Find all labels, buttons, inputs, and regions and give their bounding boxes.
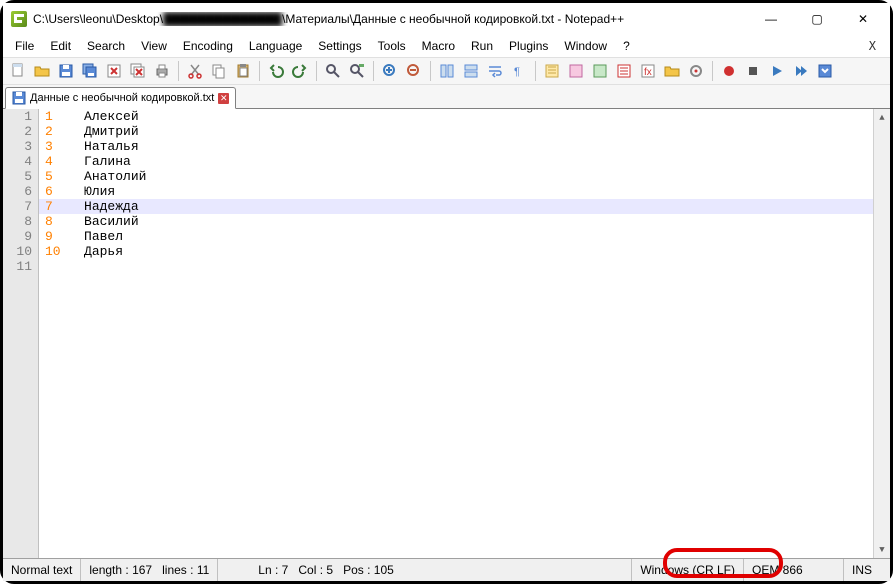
paste-button[interactable] <box>232 60 254 82</box>
record-macro-button[interactable] <box>718 60 740 82</box>
folder-workspace-button[interactable] <box>661 60 683 82</box>
play-multi-button[interactable] <box>790 60 812 82</box>
code-line[interactable]: 6 Юлия <box>39 184 873 199</box>
menu-search[interactable]: Search <box>79 37 133 55</box>
sync-v-button[interactable] <box>436 60 458 82</box>
code-line[interactable]: 7 Надежда <box>39 199 873 214</box>
line-number-gutter: 1234567891011 <box>3 109 39 558</box>
menu-help[interactable]: ? <box>615 37 638 55</box>
stop-macro-button[interactable] <box>742 60 764 82</box>
code-line[interactable]: 10 Дарья <box>39 244 873 259</box>
monitoring-button[interactable] <box>685 60 707 82</box>
status-position: Ln : 7 Col : 5 Pos : 105 <box>217 559 632 581</box>
zoom-out-button[interactable] <box>403 60 425 82</box>
doc-map-button[interactable] <box>589 60 611 82</box>
status-length: length : 167 lines : 11 <box>81 559 217 581</box>
scroll-down-icon[interactable]: ▼ <box>875 541 890 558</box>
close-file-button[interactable] <box>103 60 125 82</box>
code-line[interactable] <box>39 259 873 274</box>
close-button[interactable]: ✕ <box>840 4 886 34</box>
tab-close-button[interactable]: ✕ <box>218 93 229 104</box>
minimize-button[interactable]: — <box>748 4 794 34</box>
svg-text:¶: ¶ <box>514 66 520 78</box>
user-lang-button[interactable] <box>565 60 587 82</box>
code-line[interactable]: 8 Василий <box>39 214 873 229</box>
replace-button[interactable] <box>346 60 368 82</box>
menu-edit[interactable]: Edit <box>42 37 79 55</box>
svg-text:fx: fx <box>644 67 652 78</box>
close-all-button[interactable] <box>127 60 149 82</box>
secondary-close-button[interactable]: X <box>861 37 886 55</box>
code-line[interactable]: 2 Дмитрий <box>39 124 873 139</box>
status-eol[interactable]: Windows (CR LF) <box>632 559 744 581</box>
find-button[interactable] <box>322 60 344 82</box>
wrap-button[interactable] <box>484 60 506 82</box>
new-file-button[interactable] <box>7 60 29 82</box>
menu-view[interactable]: View <box>133 37 175 55</box>
code-line[interactable]: 9 Павел <box>39 229 873 244</box>
cut-button[interactable] <box>184 60 206 82</box>
sync-h-button[interactable] <box>460 60 482 82</box>
menu-encoding[interactable]: Encoding <box>175 37 241 55</box>
tab-label: Данные с необычной кодировкой.txt <box>30 92 214 104</box>
tabbar: Данные с необычной кодировкой.txt ✕ <box>3 85 890 109</box>
copy-button[interactable] <box>208 60 230 82</box>
menu-tools[interactable]: Tools <box>370 37 414 55</box>
save-all-button[interactable] <box>79 60 101 82</box>
print-button[interactable] <box>151 60 173 82</box>
code-line[interactable]: 5 Анатолий <box>39 169 873 184</box>
toolbar: ¶ fx <box>3 57 890 85</box>
editor: 1234567891011 1 Алексей2 Дмитрий3 Наталь… <box>3 109 890 559</box>
status-filetype: Normal text <box>9 559 81 581</box>
menu-macro[interactable]: Macro <box>414 37 463 55</box>
save-button[interactable] <box>55 60 77 82</box>
open-file-button[interactable] <box>31 60 53 82</box>
status-encoding[interactable]: OEM 866 <box>744 559 844 581</box>
menu-settings[interactable]: Settings <box>310 37 369 55</box>
menu-file[interactable]: File <box>7 37 42 55</box>
tab-document[interactable]: Данные с необычной кодировкой.txt ✕ <box>5 87 236 109</box>
menu-language[interactable]: Language <box>241 37 310 55</box>
code-line[interactable]: 4 Галина <box>39 154 873 169</box>
titlebar: C:\Users\leonu\Desktop\██████████████\Ма… <box>3 3 890 35</box>
vertical-scrollbar[interactable]: ▲ ▼ <box>873 109 890 558</box>
play-macro-button[interactable] <box>766 60 788 82</box>
status-insert-mode[interactable]: INS <box>844 559 884 581</box>
code-line[interactable]: 3 Наталья <box>39 139 873 154</box>
menu-window[interactable]: Window <box>556 37 615 55</box>
redo-button[interactable] <box>289 60 311 82</box>
scroll-up-icon[interactable]: ▲ <box>875 109 890 126</box>
statusbar: Normal text length : 167 lines : 11 Ln :… <box>3 559 890 581</box>
undo-button[interactable] <box>265 60 287 82</box>
save-macro-button[interactable] <box>814 60 836 82</box>
menu-run[interactable]: Run <box>463 37 501 55</box>
code-area[interactable]: 1 Алексей2 Дмитрий3 Наталья4 Галина5 Ана… <box>39 109 873 558</box>
doc-list-button[interactable] <box>613 60 635 82</box>
menu-plugins[interactable]: Plugins <box>501 37 556 55</box>
code-line[interactable]: 1 Алексей <box>39 109 873 124</box>
save-state-icon <box>12 91 26 105</box>
window-title: C:\Users\leonu\Desktop\██████████████\Ма… <box>33 12 748 26</box>
function-list-button[interactable]: fx <box>637 60 659 82</box>
show-all-chars-button[interactable]: ¶ <box>508 60 530 82</box>
app-icon <box>11 11 27 27</box>
maximize-button[interactable]: ▢ <box>794 4 840 34</box>
indent-guide-button[interactable] <box>541 60 563 82</box>
zoom-in-button[interactable] <box>379 60 401 82</box>
menubar: File Edit Search View Encoding Language … <box>3 35 890 57</box>
